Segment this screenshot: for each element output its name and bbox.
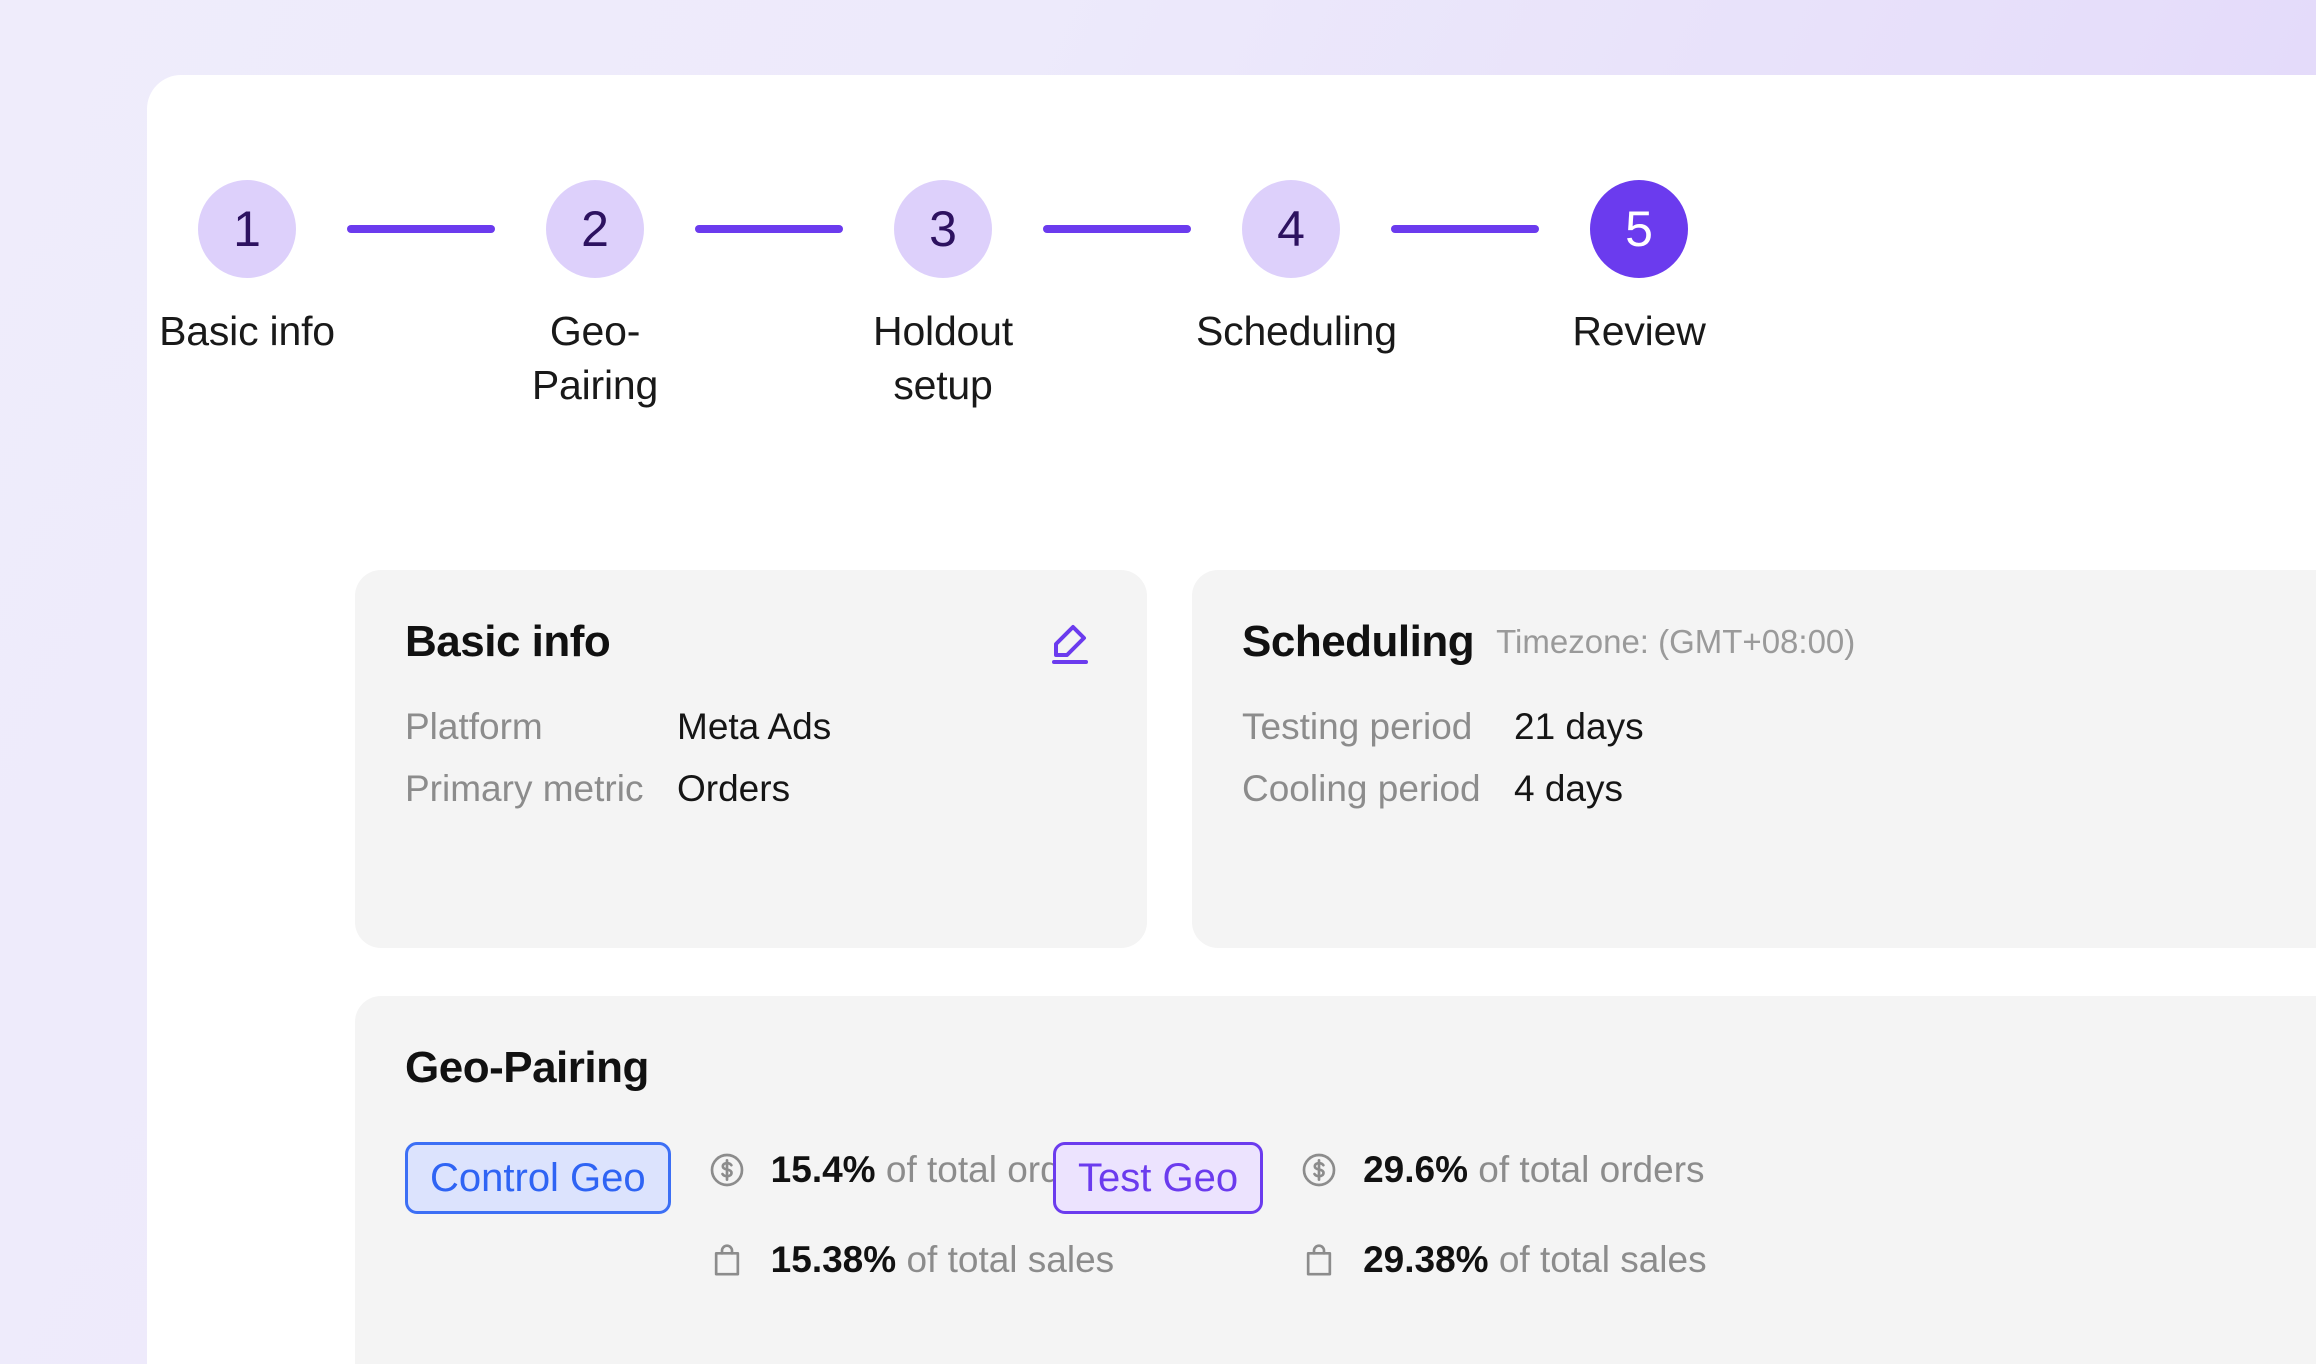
step-bubble-5[interactable]: 5 [1590, 180, 1688, 278]
basic-info-title: Basic info [405, 617, 611, 666]
stepper-step-5[interactable]: 5 Review [1539, 180, 1739, 358]
step-connector-4-5 [1391, 225, 1539, 233]
pencil-edit-icon [1046, 618, 1094, 666]
scheduling-key-cooling-period: Cooling period [1242, 768, 1481, 809]
basic-info-row-platform: Platform Meta Ads [405, 706, 1097, 768]
scheduling-row-testing-period: Testing period 21 days [1242, 706, 2316, 768]
basic-info-row-primary-metric: Primary metric Orders [405, 768, 1097, 830]
geo-pairing-title: Geo-Pairing [405, 1043, 649, 1092]
test-geo-orders-text: 29.6% of total orders [1363, 1149, 1704, 1191]
test-geo-sales-stat: 29.38% of total sales [1299, 1226, 1707, 1294]
step-label-5: Review [1572, 308, 1706, 354]
scheduling-timezone: Timezone: (GMT+08:00) [1496, 623, 1856, 660]
control-geo-badge[interactable]: Control Geo [405, 1142, 671, 1214]
test-geo-orders-value: 29.6% [1363, 1149, 1468, 1190]
scheduling-card-header: Scheduling Timezone: (GMT+08:00) [1242, 614, 2316, 670]
test-geo-sales-value: 29.38% [1363, 1239, 1489, 1280]
geo-pairing-card: Geo-Pairing Control Geo 15.4% of total o… [355, 996, 2316, 1364]
basic-info-key-platform: Platform [405, 706, 543, 747]
wizard-stepper: 1 Basic info 2 Geo-Pairing 3 Holdout set… [147, 180, 1907, 412]
dollar-circle-icon [1299, 1150, 1339, 1190]
step-connector-2-3 [695, 225, 843, 233]
control-geo-orders-value: 15.4% [770, 1149, 876, 1190]
step-connector-3-4 [1043, 225, 1191, 233]
basic-info-key-primary-metric: Primary metric [405, 768, 644, 809]
step-label-4: Scheduling [1196, 308, 1397, 354]
scheduling-key-testing-period: Testing period [1242, 706, 1473, 747]
stepper-step-3[interactable]: 3 Holdout setup [843, 180, 1043, 412]
stepper-step-1[interactable]: 1 Basic info [147, 180, 347, 358]
test-geo-group: Test Geo 29.6% of total orders 29.38% of… [1053, 1136, 1953, 1294]
shopping-bag-icon [707, 1240, 747, 1280]
step-bubble-4[interactable]: 4 [1242, 180, 1340, 278]
basic-info-card: Basic info Platform Meta Ads Primary met… [355, 570, 1147, 948]
stepper-step-2[interactable]: 2 Geo-Pairing [495, 180, 695, 412]
scheduling-value-cooling-period: 4 days [1514, 768, 1624, 809]
step-bubble-3[interactable]: 3 [894, 180, 992, 278]
basic-info-value-primary-metric: Orders [677, 768, 791, 809]
step-bubble-1[interactable]: 1 [198, 180, 296, 278]
page-background: 1 Basic info 2 Geo-Pairing 3 Holdout set… [0, 0, 2316, 1364]
test-geo-stats: 29.6% of total orders 29.38% of total sa… [1299, 1136, 1707, 1294]
step-label-2: Geo-Pairing [531, 308, 659, 408]
basic-info-card-header: Basic info [405, 614, 1097, 670]
test-geo-orders-label: of total orders [1478, 1149, 1705, 1190]
step-label-1: Basic info [159, 308, 335, 354]
test-geo-sales-text: 29.38% of total sales [1363, 1239, 1707, 1281]
step-label-3: Holdout setup [873, 308, 1013, 408]
scheduling-value-testing-period: 21 days [1514, 706, 1644, 747]
edit-basic-info-button[interactable] [1043, 615, 1097, 669]
scheduling-row-cooling-period: Cooling period 4 days [1242, 768, 2316, 830]
test-geo-badge[interactable]: Test Geo [1053, 1142, 1264, 1214]
control-geo-sales-value: 15.38% [770, 1239, 897, 1280]
control-geo-group: Control Geo 15.4% of total orders 15.38%… [405, 1136, 1114, 1294]
app-panel: 1 Basic info 2 Geo-Pairing 3 Holdout set… [147, 75, 2316, 1364]
stepper-step-4[interactable]: 4 Scheduling [1191, 180, 1397, 358]
basic-info-rows: Platform Meta Ads Primary metric Orders [405, 706, 1097, 830]
geo-pairing-card-header: Geo-Pairing [405, 1040, 2316, 1096]
scheduling-card: Scheduling Timezone: (GMT+08:00) Testing… [1192, 570, 2316, 948]
test-geo-orders-stat: 29.6% of total orders [1299, 1136, 1707, 1204]
step-bubble-2[interactable]: 2 [546, 180, 644, 278]
step-connector-1-2 [347, 225, 495, 233]
basic-info-value-platform: Meta Ads [677, 706, 832, 747]
test-geo-sales-label: of total sales [1498, 1239, 1707, 1280]
geo-pairing-groups: Control Geo 15.4% of total orders 15.38%… [405, 1136, 2316, 1294]
shopping-bag-icon [1299, 1240, 1339, 1280]
dollar-circle-icon [707, 1150, 747, 1190]
scheduling-rows: Testing period 21 days Cooling period 4 … [1242, 706, 2316, 830]
scheduling-title: Scheduling [1242, 617, 1475, 666]
